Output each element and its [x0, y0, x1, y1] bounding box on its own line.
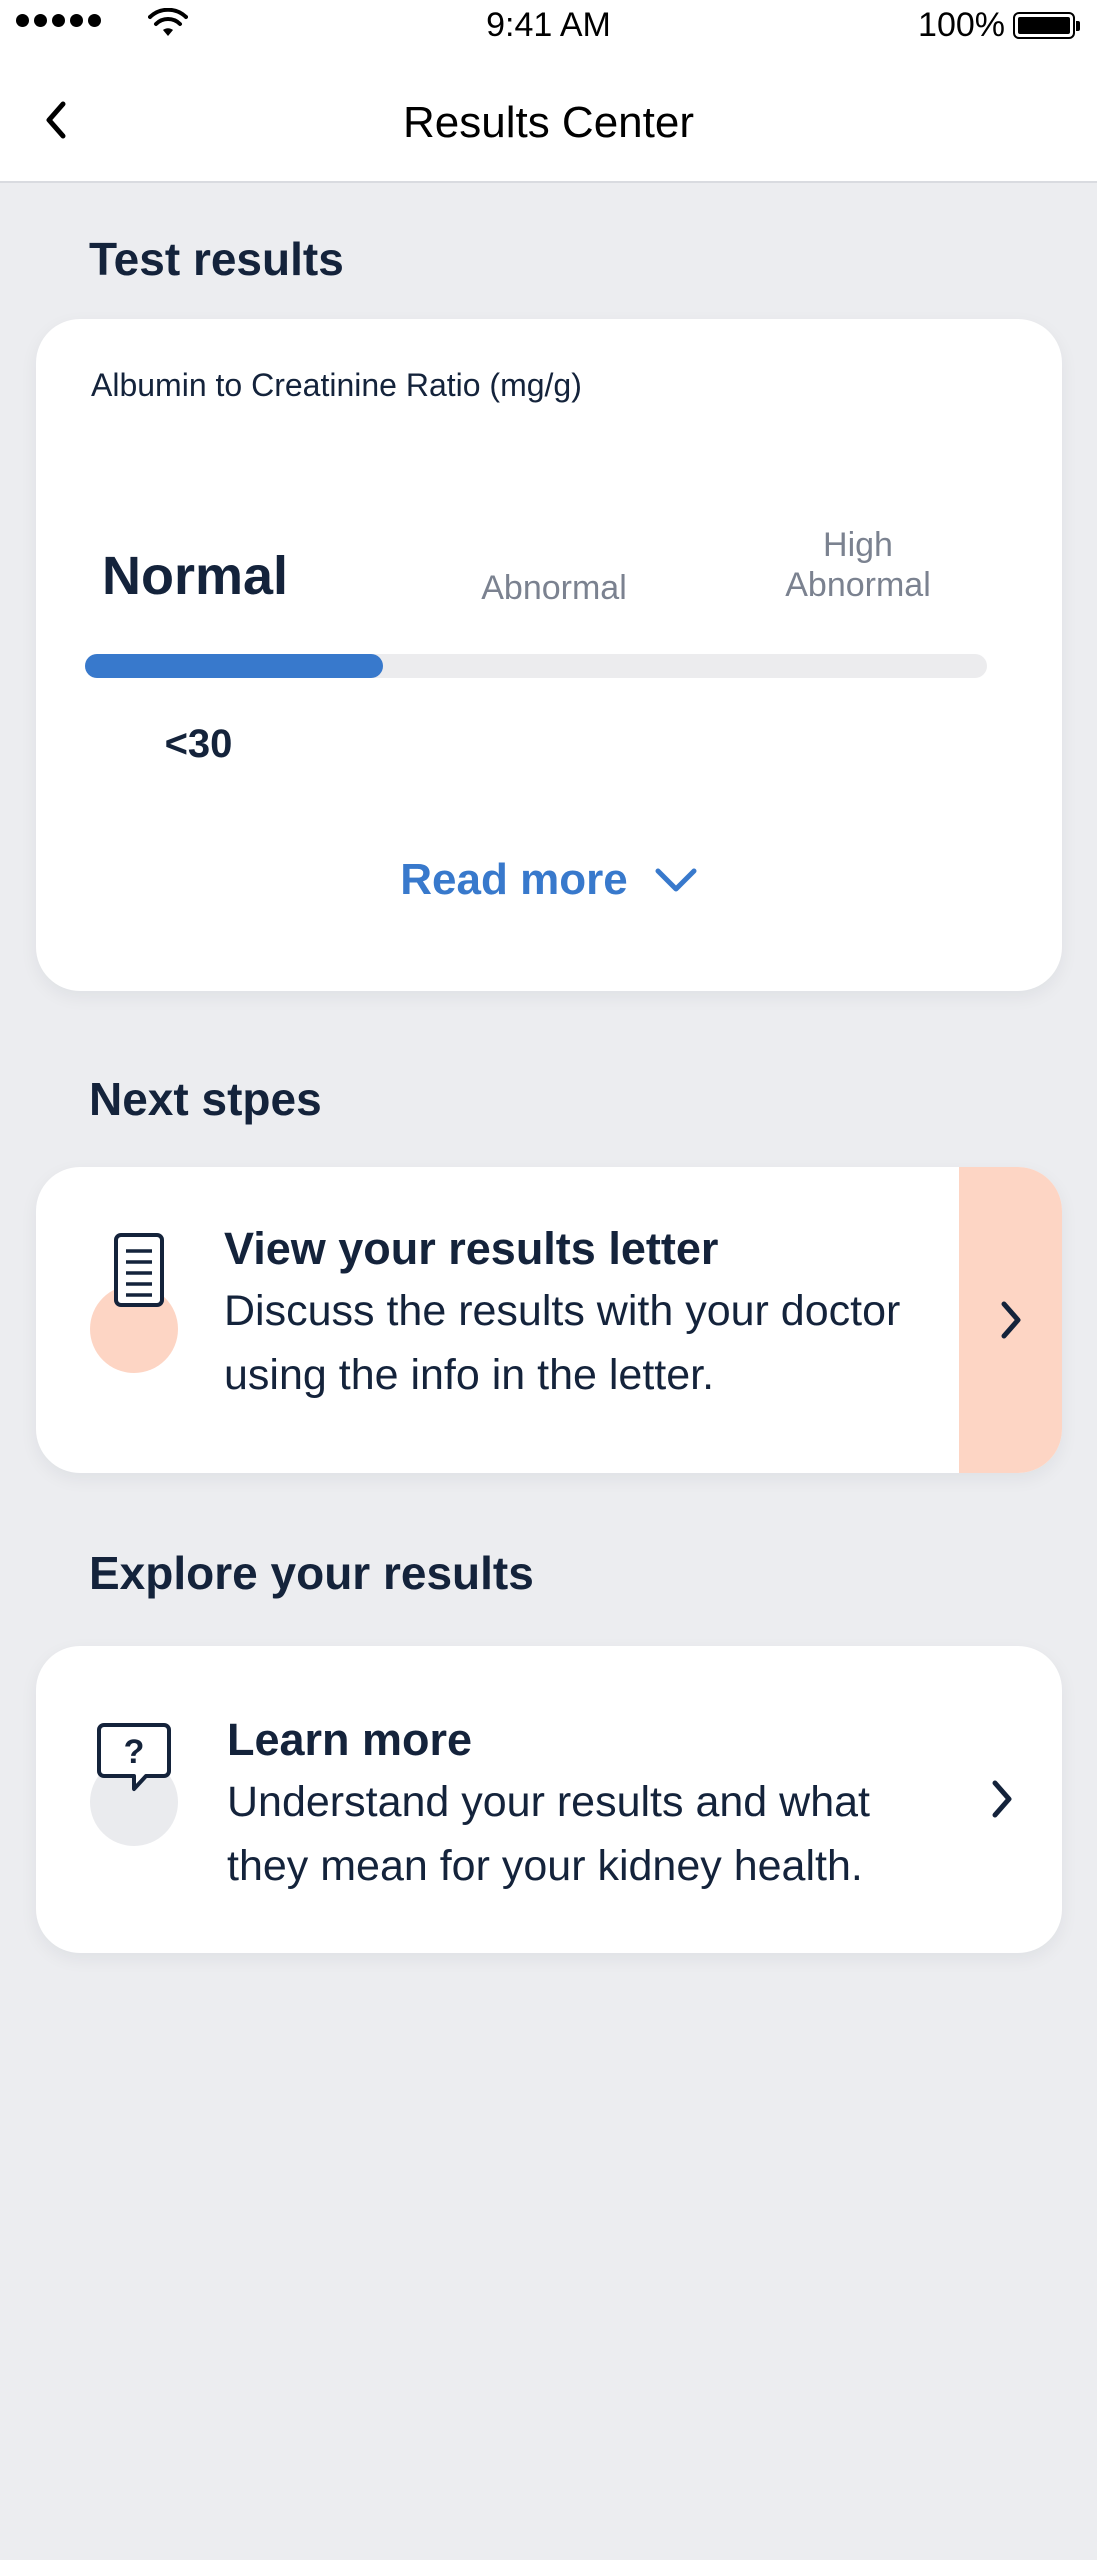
view-letter-button[interactable]: [959, 1167, 1062, 1473]
test-results-card: Albumin to Creatinine Ratio (mg/g) Norma…: [36, 319, 1062, 991]
next-steps-heading: Next stpes: [89, 1073, 322, 1125]
read-more-button[interactable]: Read more: [36, 855, 1062, 905]
question-bubble-icon: ?: [97, 1723, 171, 1791]
battery-percentage: 100%: [918, 6, 1005, 44]
page-title: Results Center: [402, 98, 694, 147]
navigation-bar: Results Center: [0, 52, 1097, 183]
results-letter-description: Discuss the results with your doctor usi…: [224, 1287, 901, 1399]
document-icon: [114, 1233, 164, 1307]
chevron-right-icon: [992, 1780, 1012, 1818]
result-range-fill: [85, 654, 383, 678]
test-results-heading: Test results: [89, 233, 344, 285]
svg-text:?: ?: [124, 1733, 145, 1771]
learn-more-title: Learn more: [227, 1714, 473, 1765]
learn-more-text: Learn more Understand your results and w…: [227, 1710, 947, 1898]
result-value: <30: [164, 722, 233, 766]
learn-more-description: Understand your results and what they me…: [227, 1778, 870, 1890]
chevron-right-icon: [1001, 1301, 1020, 1339]
results-letter-title: View your results letter: [224, 1223, 719, 1274]
battery-icon: [1013, 12, 1080, 39]
chevron-down-icon: [655, 868, 697, 892]
learn-more-button[interactable]: [972, 1764, 1032, 1834]
metric-label: Albumin to Creatinine Ratio (mg/g): [91, 367, 582, 403]
learn-more-card[interactable]: ? Learn more Understand your results and…: [36, 1646, 1062, 1953]
range-label-normal: Normal: [102, 546, 289, 606]
range-label-high-abnormal: High Abnormal: [748, 525, 968, 605]
status-bar: 9:41 AM 100%: [0, 0, 1097, 52]
range-label-abnormal: Abnormal: [481, 569, 627, 607]
range-label-high-abnormal-text: High Abnormal: [785, 526, 931, 604]
explore-heading: Explore your results: [89, 1547, 534, 1599]
result-range-bar: [85, 654, 987, 678]
results-letter-text: View your results letter Discuss the res…: [224, 1219, 944, 1407]
read-more-label: Read more: [400, 855, 628, 904]
results-letter-card[interactable]: View your results letter Discuss the res…: [36, 1167, 1062, 1473]
